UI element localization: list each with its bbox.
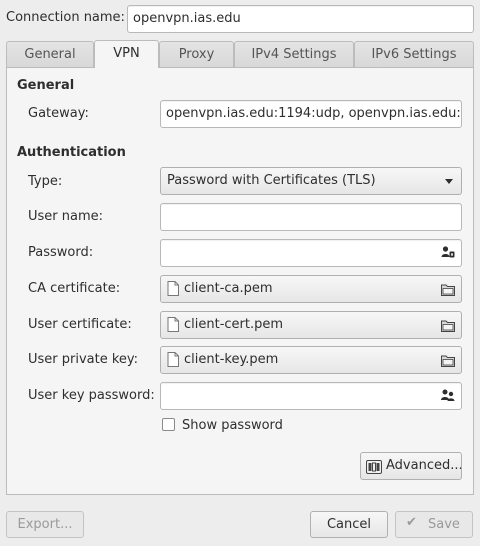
document-icon [167, 317, 179, 332]
user-key-icon[interactable] [441, 245, 455, 259]
folder-open-icon [441, 284, 455, 296]
document-icon [167, 352, 179, 367]
folder-open-icon [441, 320, 455, 332]
advanced-label: Advanced... [386, 458, 462, 473]
show-password-checkbox[interactable] [162, 418, 175, 431]
user-key-password-label: User key password: [28, 388, 155, 403]
chevron-down-icon [445, 179, 453, 184]
user-private-key-filename: client-key.pem [184, 352, 279, 367]
auth-type-combo[interactable]: Password with Certificates (TLS) [160, 167, 462, 195]
password-label: Password: [28, 245, 94, 260]
user-key-icon[interactable] [441, 388, 455, 402]
username-field[interactable] [160, 203, 462, 231]
document-icon [167, 281, 179, 296]
tab-ipv4-settings[interactable]: IPv4 Settings [234, 41, 354, 67]
general-section-title: General [17, 78, 75, 93]
cancel-button[interactable]: Cancel [310, 511, 388, 538]
gateway-field[interactable]: openvpn.ias.edu:1194:udp, openvpn.ias.ed… [160, 100, 462, 128]
checkmark-icon: ✔ [406, 515, 417, 530]
save-button[interactable]: ✔ Save [395, 511, 473, 538]
advanced-button[interactable]: Advanced... [360, 452, 462, 480]
user-key-password-field[interactable] [160, 382, 462, 410]
tab-vpn[interactable]: VPN [94, 40, 159, 68]
ca-certificate-filename: client-ca.pem [184, 281, 273, 296]
type-label: Type: [28, 174, 63, 189]
user-private-key-chooser[interactable]: client-key.pem [160, 346, 462, 374]
tab-proxy[interactable]: Proxy [159, 41, 234, 67]
tab-ipv6-settings[interactable]: IPv6 Settings [354, 41, 474, 67]
save-label: Save [428, 517, 460, 532]
gateway-label: Gateway: [28, 106, 89, 121]
export-button[interactable]: Export... [6, 511, 84, 538]
authentication-section-title: Authentication [17, 145, 126, 160]
show-password-label[interactable]: Show password [182, 418, 283, 433]
folder-open-icon [441, 355, 455, 367]
user-certificate-filename: client-cert.pem [184, 317, 284, 332]
ca-certificate-chooser[interactable]: client-ca.pem [160, 275, 462, 303]
user-certificate-chooser[interactable]: client-cert.pem [160, 311, 462, 339]
connection-name-label: Connection name: [6, 10, 125, 25]
password-field[interactable] [160, 239, 462, 267]
auth-type-value: Password with Certificates (TLS) [167, 173, 376, 188]
user-certificate-label: User certificate: [28, 317, 132, 332]
tab-bar: General VPN Proxy IPv4 Settings IPv6 Set… [6, 40, 474, 68]
vpn-settings-icon [366, 460, 382, 474]
user-private-key-label: User private key: [28, 352, 139, 367]
tab-general[interactable]: General [6, 41, 94, 67]
ca-certificate-label: CA certificate: [28, 281, 121, 296]
username-label: User name: [28, 209, 104, 224]
connection-name-field[interactable]: openvpn.ias.edu [127, 5, 474, 33]
